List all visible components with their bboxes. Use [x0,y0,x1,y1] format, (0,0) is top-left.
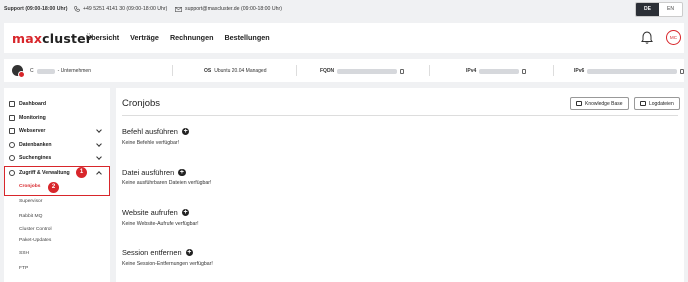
support-hours: Support (09:00-18:00 Uhr) [4,6,68,12]
copy-icon[interactable] [522,68,527,74]
chevron-down-icon [96,127,102,133]
section-empty-text: Keine ausführbaren Dateien verfügbar! [122,180,212,186]
page-title: Cronjobs [122,98,161,109]
section-befehl-ausfuehren: Befehl ausführen + [122,127,190,136]
mail-icon [175,6,182,12]
section-datei-ausfuehren: Datei ausführen + [122,168,186,177]
server-status-icon [12,65,25,78]
sidebar-item-suchengines[interactable]: Suchengines [9,152,105,164]
chevron-down-icon [96,141,102,147]
ipv4-info: IPv4 [466,68,527,74]
bell-icon[interactable] [641,31,653,44]
redacted-ipv6 [587,68,678,74]
section-empty-text: Keine Befehle verfügbar! [122,140,180,146]
nav-item-vertraege[interactable]: Verträge [130,33,159,42]
ipv6-info: IPv6 [574,68,685,74]
main-content: Cronjobs Knowledge Base Logdateien Befeh… [116,88,684,282]
os-info: OS Ubuntu 20.04 Managed [204,68,267,74]
divider [553,65,554,76]
knowledge-base-button[interactable]: Knowledge Base [570,97,629,110]
nav-item-rechnungen[interactable]: Rechnungen [170,33,214,42]
monitoring-icon [9,115,15,121]
add-befehl-button[interactable]: + [181,127,190,136]
chevron-down-icon [96,154,102,160]
dashboard-icon [9,101,15,107]
cluster-name: C - Unternehmen [30,68,91,74]
key-icon [9,170,15,176]
redacted-cluster-id [36,68,55,74]
fqdn-info: FQDN [320,68,405,74]
step-badge-2: 2 [48,182,59,193]
nav-item-uebersicht[interactable]: Übersicht [86,33,119,42]
support-phone[interactable]: +49 5251 4141 30 (09:00-18:00 Uhr) [74,6,167,12]
divider [172,65,173,76]
external-link-icon [576,101,582,106]
support-email[interactable]: support@maxcluster.de (09:00-18:00 Uhr) [175,6,282,12]
divider [429,65,430,76]
chevron-up-icon [96,171,102,177]
section-website-aufrufen: Website aufrufen + [122,208,190,217]
phone-icon [74,6,80,12]
sidebar-subitem-supervisor[interactable]: Supervisor [19,199,42,204]
section-empty-text: Keine Website-Aufrufe verfügbar! [122,221,199,227]
redacted-fqdn [337,68,398,74]
lang-de-button[interactable]: DE [636,3,659,16]
sidebar-subitem-cronjobs[interactable]: Cronjobs [19,184,40,189]
main-navbar: maxcluster Übersicht Verträge Rechnungen… [4,23,684,53]
copy-icon[interactable] [680,68,685,74]
cluster-info-bar: C - Unternehmen OS Ubuntu 20.04 Managed … [4,59,685,82]
sidebar: Dashboard Monitoring Webserver Datenbank… [4,88,110,282]
add-datei-button[interactable]: + [178,168,186,177]
section-empty-text: Keine Session-Entfernungen verfügbar! [122,261,213,267]
sidebar-item-monitoring[interactable]: Monitoring [9,112,105,124]
log-file-icon [640,101,646,106]
maxcluster-logo[interactable]: maxcluster [12,31,92,46]
main-menu: Übersicht Verträge Rechnungen Bestellung… [86,33,270,42]
language-switcher: DE EN [635,2,683,17]
search-icon [9,155,15,161]
sidebar-subitem-ssh[interactable]: SSH [19,251,29,256]
logdateien-button[interactable]: Logdateien [634,97,680,110]
sidebar-item-datenbanken[interactable]: Datenbanken [9,139,105,151]
add-website-button[interactable]: + [181,208,190,217]
nav-item-bestellungen[interactable]: Bestellungen [224,33,269,42]
sidebar-subitem-paket-updates[interactable]: Paket-Updates [19,238,51,243]
step-badge-1: 1 [76,167,87,178]
sidebar-item-webserver[interactable]: Webserver [9,125,105,137]
divider [122,115,678,116]
redacted-ipv4 [479,68,520,74]
divider [296,65,297,76]
lang-en-button[interactable]: EN [659,3,682,16]
copy-icon[interactable] [400,68,405,74]
sidebar-subitem-rabbitmq[interactable]: Rabbit MQ [19,214,42,219]
webserver-icon [9,128,15,134]
avatar[interactable]: MC [666,30,681,45]
sidebar-subitem-cluster-control[interactable]: Cluster Control [19,227,52,232]
sidebar-item-dashboard[interactable]: Dashboard [9,98,105,110]
sidebar-subitem-ftp[interactable]: FTP [19,266,28,271]
support-bar: Support (09:00-18:00 Uhr) +49 5251 4141 … [0,0,688,20]
add-session-button[interactable]: + [185,248,194,257]
database-icon [9,142,15,148]
sidebar-item-zugriff-verwaltung[interactable]: Zugriff & Verwaltung [9,167,105,179]
section-session-entfernen: Session entfernen + [122,248,194,257]
